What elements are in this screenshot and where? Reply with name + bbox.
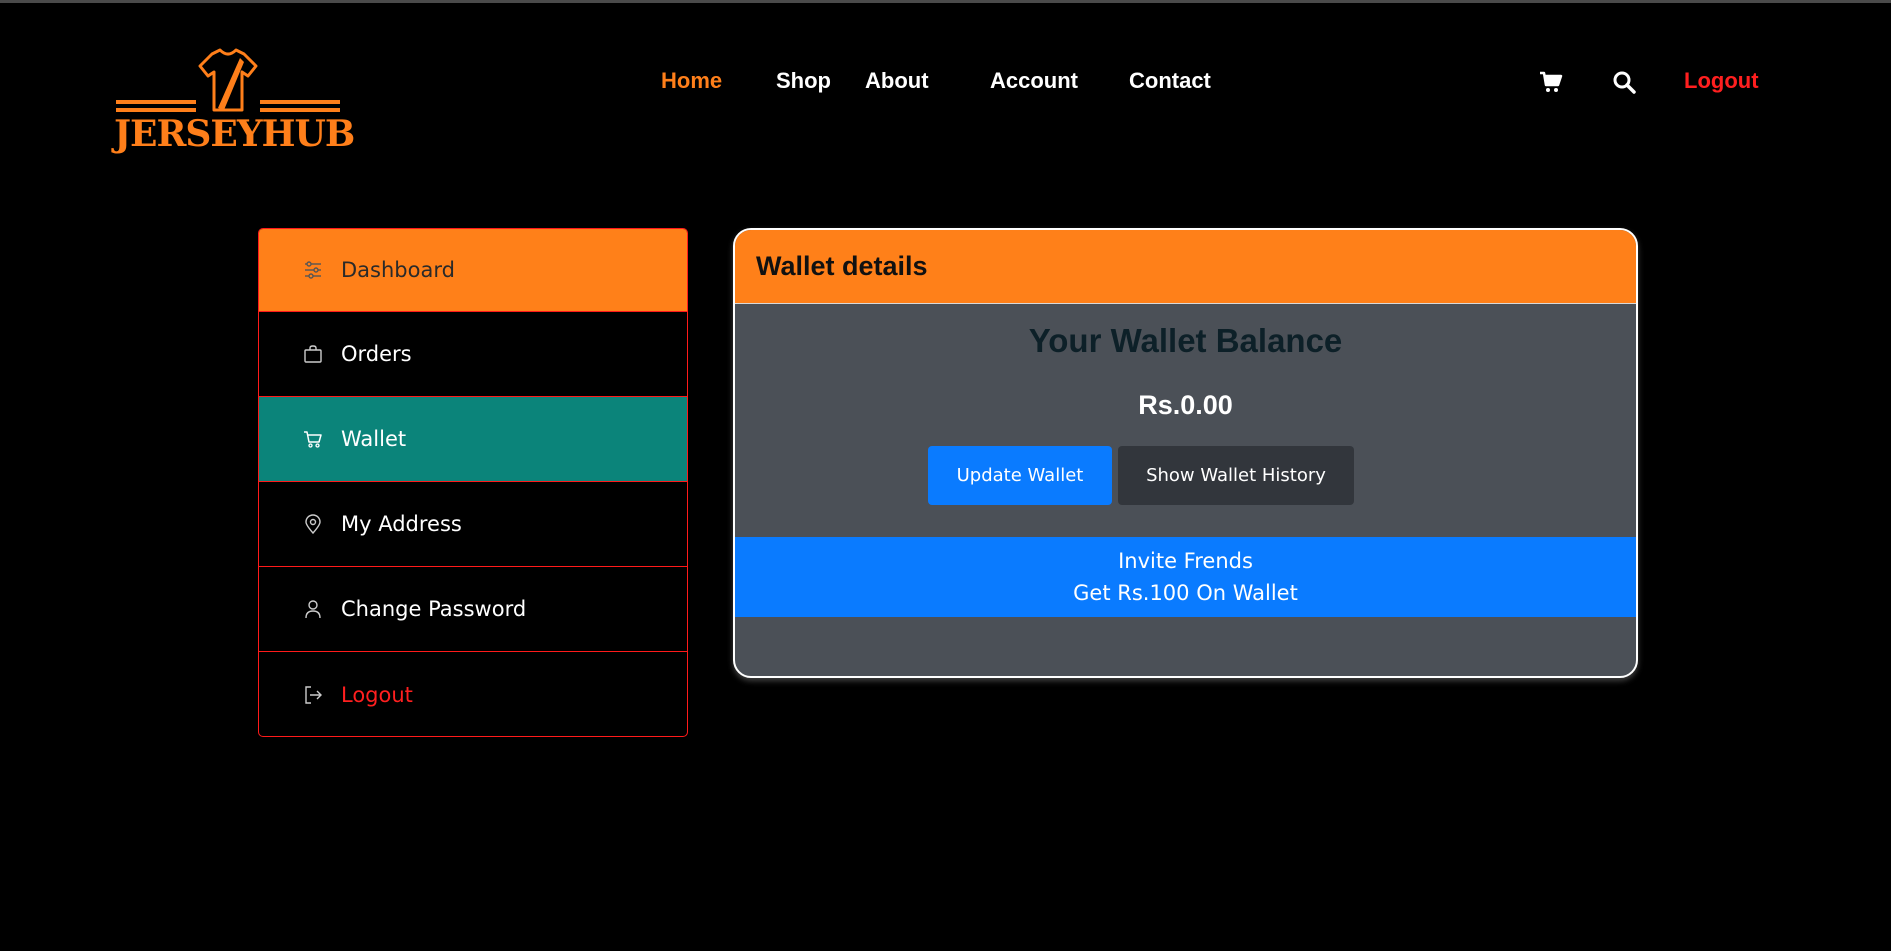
- balance-title: Your Wallet Balance: [1028, 322, 1343, 359]
- invite-line-1: Invite Frends: [1118, 549, 1253, 573]
- sidebar-item-label: Orders: [341, 342, 412, 366]
- nav-about[interactable]: About: [865, 67, 929, 95]
- invite-friends-banner[interactable]: Invite Frends Get Rs.100 On Wallet: [735, 537, 1636, 617]
- invite-line-2: Get Rs.100 On Wallet: [1073, 581, 1298, 605]
- nav-account[interactable]: Account: [990, 67, 1078, 95]
- wallet-card: Wallet details Your Wallet Balance Rs.0.…: [733, 228, 1638, 678]
- sidebar-item-dashboard[interactable]: Dashboard: [259, 229, 687, 312]
- card-header: Wallet details: [735, 230, 1636, 304]
- sidebar-item-label: Wallet: [341, 427, 407, 451]
- cart-icon[interactable]: [1539, 70, 1563, 94]
- sidebar-item-label: Logout: [341, 682, 413, 707]
- sliders-icon: [303, 260, 323, 280]
- bag-icon: [303, 344, 323, 364]
- user-icon: [303, 599, 323, 619]
- update-wallet-button[interactable]: Update Wallet: [928, 446, 1112, 505]
- jerseyhub-logo[interactable]: JERSEYHUB: [114, 48, 355, 164]
- brand-name: JERSEYHUB: [114, 113, 355, 155]
- sidebar-item-orders[interactable]: Orders: [259, 312, 687, 397]
- account-sidebar: Dashboard Orders Wallet My Address Chang…: [258, 228, 688, 737]
- nav-logout[interactable]: Logout: [1684, 67, 1759, 95]
- jersey-logo-icon: [116, 48, 340, 112]
- sidebar-item-wallet[interactable]: Wallet: [259, 397, 687, 482]
- sidebar-item-label: Change Password: [341, 597, 527, 621]
- sidebar-item-my-address[interactable]: My Address: [259, 482, 687, 567]
- nav-home[interactable]: Home: [661, 67, 722, 95]
- sign-out-icon: [303, 685, 323, 705]
- location-pin-icon: [303, 514, 323, 534]
- nav-shop[interactable]: Shop: [776, 67, 831, 95]
- cart-icon: [303, 429, 323, 449]
- window-top-border: [0, 0, 1891, 3]
- balance-amount: Rs.0.00: [1138, 390, 1233, 420]
- sidebar-item-label: My Address: [341, 512, 462, 536]
- search-icon[interactable]: [1612, 70, 1636, 94]
- sidebar-item-logout[interactable]: Logout: [259, 652, 687, 736]
- sidebar-item-change-password[interactable]: Change Password: [259, 567, 687, 652]
- nav-contact[interactable]: Contact: [1129, 67, 1211, 95]
- show-wallet-history-button[interactable]: Show Wallet History: [1118, 446, 1354, 505]
- sidebar-item-label: Dashboard: [341, 258, 455, 282]
